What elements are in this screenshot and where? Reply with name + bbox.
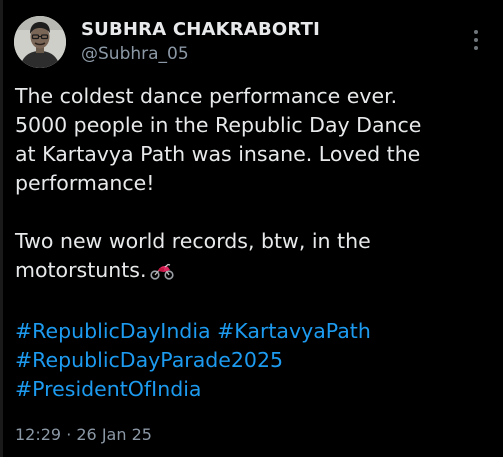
author-display-name[interactable]: SUBHRA CHAKRABORTI [81,19,320,40]
tweet-line-with-emoji: motorstunts. [15,256,485,288]
tweet-text: The coldest dance performance ever. 5000… [15,82,485,404]
thread-divider [0,0,3,457]
more-vertical-icon [474,30,478,50]
tweet-card: SUBHRA CHAKRABORTI @Subhra_05 The coldes… [0,0,503,457]
hashtag-link[interactable]: #RepublicDayParade2025 [15,348,283,372]
hashtag-line: #RepublicDayParade2025 [15,346,485,375]
avatar[interactable] [14,16,66,68]
avatar-image [14,16,66,68]
author-handle[interactable]: @Subhra_05 [81,44,189,64]
hashtag-link[interactable]: #PresidentOfIndia [15,377,201,401]
hashtag-line: #RepublicDayIndia #KartavyaPath [15,317,485,346]
hashtag-line: #PresidentOfIndia [15,375,485,404]
tweet-timestamp[interactable]: 12:29 · 26 Jan 25 [15,425,152,444]
more-options-button[interactable] [462,22,490,58]
tweet-line: 5000 people in the Republic Day Dance [15,113,422,137]
hashtag-link[interactable]: #RepublicDayIndia [15,319,211,343]
motorcycle-icon [150,259,175,288]
tweet-line: motorstunts. [15,258,147,282]
tweet-line: performance! [15,171,155,195]
tweet-line: at Kartavya Path was insane. Loved the [15,142,421,166]
tweet-line: Two new world records, btw, in the [15,229,371,253]
tweet-line: The coldest dance performance ever. [15,84,398,108]
hashtag-link[interactable]: #KartavyaPath [217,319,371,343]
